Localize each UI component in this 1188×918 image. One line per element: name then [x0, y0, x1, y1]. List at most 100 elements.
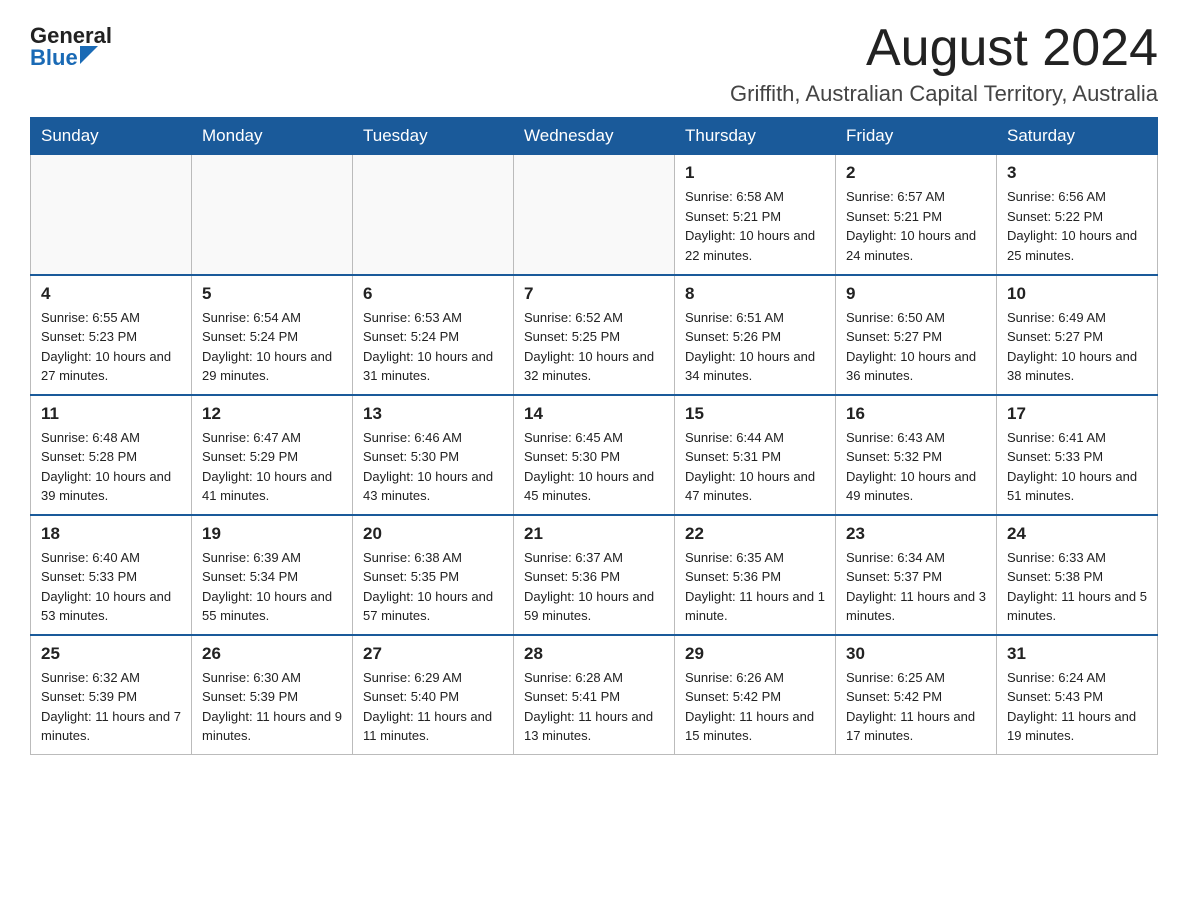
day-info: Sunrise: 6:44 AM Sunset: 5:31 PM Dayligh…	[685, 428, 825, 506]
calendar-day-cell: 15Sunrise: 6:44 AM Sunset: 5:31 PM Dayli…	[675, 395, 836, 515]
calendar-day-cell: 8Sunrise: 6:51 AM Sunset: 5:26 PM Daylig…	[675, 275, 836, 395]
calendar-day-cell: 14 Sunrise: 6:45 AM Sunset: 5:30 PM Dayli…	[514, 395, 675, 515]
calendar-day-cell: 23 Sunrise: 6:34 AM Sunset: 5:37 PM Dayli…	[836, 515, 997, 635]
title-block: August 2024 Griffith, Australian Capital…	[730, 20, 1158, 107]
day-number: 18	[41, 524, 181, 544]
calendar-day-cell: 31 Sunrise: 6:24 AM Sunset: 5:43 PM Dayli…	[997, 635, 1158, 755]
day-number: 24	[1007, 524, 1147, 544]
calendar-day-cell: 20 Sunrise: 6:38 AM Sunset: 5:35 PM Dayli…	[353, 515, 514, 635]
calendar-day-cell	[192, 155, 353, 275]
day-number: 14	[524, 404, 664, 424]
day-number: 21	[524, 524, 664, 544]
day-number: 1	[685, 163, 825, 183]
calendar-header-row: SundayMondayTuesdayWednesdayThursdayFrid…	[31, 118, 1158, 155]
day-number: 31	[1007, 644, 1147, 664]
day-info: Sunrise: 6:35 AM Sunset: 5:36 PM Dayligh…	[685, 548, 825, 626]
day-info: Sunrise: 6:40 AM Sunset: 5:33 PM Dayligh…	[41, 548, 181, 626]
day-info: Sunrise: 6:53 AM Sunset: 5:24 PM Dayligh…	[363, 308, 503, 386]
day-info: Sunrise: 6:57 AM Sunset: 5:21 PM Dayligh…	[846, 187, 986, 265]
day-info: Sunrise: 6:34 AM Sunset: 5:37 PM Dayligh…	[846, 548, 986, 626]
day-info: Sunrise: 6:38 AM Sunset: 5:35 PM Dayligh…	[363, 548, 503, 626]
day-info: Sunrise: 6:45 AM Sunset: 5:30 PM Dayligh…	[524, 428, 664, 506]
day-info: Sunrise: 6:25 AM Sunset: 5:42 PM Dayligh…	[846, 668, 986, 746]
day-number: 23	[846, 524, 986, 544]
calendar-day-cell: 27Sunrise: 6:29 AM Sunset: 5:40 PM Dayli…	[353, 635, 514, 755]
calendar-day-cell: 28 Sunrise: 6:28 AM Sunset: 5:41 PM Dayli…	[514, 635, 675, 755]
calendar-week-row: 25Sunrise: 6:32 AM Sunset: 5:39 PM Dayli…	[31, 635, 1158, 755]
day-number: 3	[1007, 163, 1147, 183]
calendar-day-header: Sunday	[31, 118, 192, 155]
calendar-day-cell: 29Sunrise: 6:26 AM Sunset: 5:42 PM Dayli…	[675, 635, 836, 755]
day-info: Sunrise: 6:28 AM Sunset: 5:41 PM Dayligh…	[524, 668, 664, 746]
day-info: Sunrise: 6:50 AM Sunset: 5:27 PM Dayligh…	[846, 308, 986, 386]
calendar-day-cell: 18 Sunrise: 6:40 AM Sunset: 5:33 PM Dayli…	[31, 515, 192, 635]
calendar-day-cell: 3 Sunrise: 6:56 AM Sunset: 5:22 PM Daylig…	[997, 155, 1158, 275]
day-info: Sunrise: 6:56 AM Sunset: 5:22 PM Dayligh…	[1007, 187, 1147, 265]
day-number: 2	[846, 163, 986, 183]
day-info: Sunrise: 6:33 AM Sunset: 5:38 PM Dayligh…	[1007, 548, 1147, 626]
calendar-day-header: Wednesday	[514, 118, 675, 155]
day-info: Sunrise: 6:58 AM Sunset: 5:21 PM Dayligh…	[685, 187, 825, 265]
day-info: Sunrise: 6:54 AM Sunset: 5:24 PM Dayligh…	[202, 308, 342, 386]
calendar-day-cell	[514, 155, 675, 275]
day-number: 12	[202, 404, 342, 424]
day-number: 5	[202, 284, 342, 304]
location-title: Griffith, Australian Capital Territory, …	[730, 81, 1158, 107]
calendar-week-row: 11 Sunrise: 6:48 AM Sunset: 5:28 PM Dayli…	[31, 395, 1158, 515]
day-number: 28	[524, 644, 664, 664]
calendar-day-cell: 25Sunrise: 6:32 AM Sunset: 5:39 PM Dayli…	[31, 635, 192, 755]
calendar-day-header: Tuesday	[353, 118, 514, 155]
day-number: 11	[41, 404, 181, 424]
calendar-day-cell: 21Sunrise: 6:37 AM Sunset: 5:36 PM Dayli…	[514, 515, 675, 635]
calendar-table: SundayMondayTuesdayWednesdayThursdayFrid…	[30, 117, 1158, 755]
calendar-day-header: Monday	[192, 118, 353, 155]
calendar-day-cell: 5 Sunrise: 6:54 AM Sunset: 5:24 PM Daylig…	[192, 275, 353, 395]
day-info: Sunrise: 6:24 AM Sunset: 5:43 PM Dayligh…	[1007, 668, 1147, 746]
day-info: Sunrise: 6:46 AM Sunset: 5:30 PM Dayligh…	[363, 428, 503, 506]
calendar-day-header: Saturday	[997, 118, 1158, 155]
calendar-day-header: Thursday	[675, 118, 836, 155]
day-number: 10	[1007, 284, 1147, 304]
day-number: 16	[846, 404, 986, 424]
calendar-day-cell: 7Sunrise: 6:52 AM Sunset: 5:25 PM Daylig…	[514, 275, 675, 395]
month-title: August 2024	[730, 20, 1158, 77]
day-number: 30	[846, 644, 986, 664]
day-number: 6	[363, 284, 503, 304]
calendar-day-cell	[31, 155, 192, 275]
calendar-day-cell: 12 Sunrise: 6:47 AM Sunset: 5:29 PM Dayli…	[192, 395, 353, 515]
day-number: 9	[846, 284, 986, 304]
day-number: 19	[202, 524, 342, 544]
calendar-day-cell: 24 Sunrise: 6:33 AM Sunset: 5:38 PM Dayli…	[997, 515, 1158, 635]
day-number: 17	[1007, 404, 1147, 424]
day-info: Sunrise: 6:49 AM Sunset: 5:27 PM Dayligh…	[1007, 308, 1147, 386]
day-info: Sunrise: 6:43 AM Sunset: 5:32 PM Dayligh…	[846, 428, 986, 506]
day-info: Sunrise: 6:47 AM Sunset: 5:29 PM Dayligh…	[202, 428, 342, 506]
day-number: 20	[363, 524, 503, 544]
logo: General Blue	[30, 25, 112, 69]
day-info: Sunrise: 6:48 AM Sunset: 5:28 PM Dayligh…	[41, 428, 181, 506]
day-number: 4	[41, 284, 181, 304]
calendar-day-cell	[353, 155, 514, 275]
logo-blue-text: Blue	[30, 47, 78, 69]
calendar-day-header: Friday	[836, 118, 997, 155]
page-header: General Blue August 2024 Griffith, Austr…	[30, 20, 1158, 107]
calendar-week-row: 1 Sunrise: 6:58 AM Sunset: 5:21 PM Daylig…	[31, 155, 1158, 275]
calendar-day-cell: 2 Sunrise: 6:57 AM Sunset: 5:21 PM Daylig…	[836, 155, 997, 275]
calendar-day-cell: 11 Sunrise: 6:48 AM Sunset: 5:28 PM Dayli…	[31, 395, 192, 515]
logo-triangle-icon	[80, 46, 98, 64]
day-number: 26	[202, 644, 342, 664]
day-info: Sunrise: 6:55 AM Sunset: 5:23 PM Dayligh…	[41, 308, 181, 386]
day-info: Sunrise: 6:51 AM Sunset: 5:26 PM Dayligh…	[685, 308, 825, 386]
day-info: Sunrise: 6:39 AM Sunset: 5:34 PM Dayligh…	[202, 548, 342, 626]
day-number: 13	[363, 404, 503, 424]
calendar-day-cell: 1 Sunrise: 6:58 AM Sunset: 5:21 PM Daylig…	[675, 155, 836, 275]
day-info: Sunrise: 6:52 AM Sunset: 5:25 PM Dayligh…	[524, 308, 664, 386]
calendar-day-cell: 30 Sunrise: 6:25 AM Sunset: 5:42 PM Dayli…	[836, 635, 997, 755]
logo-general-text: General	[30, 25, 112, 47]
calendar-day-cell: 4 Sunrise: 6:55 AM Sunset: 5:23 PM Daylig…	[31, 275, 192, 395]
calendar-day-cell: 9 Sunrise: 6:50 AM Sunset: 5:27 PM Daylig…	[836, 275, 997, 395]
calendar-day-cell: 22Sunrise: 6:35 AM Sunset: 5:36 PM Dayli…	[675, 515, 836, 635]
day-number: 27	[363, 644, 503, 664]
calendar-day-cell: 13 Sunrise: 6:46 AM Sunset: 5:30 PM Dayli…	[353, 395, 514, 515]
calendar-week-row: 4 Sunrise: 6:55 AM Sunset: 5:23 PM Daylig…	[31, 275, 1158, 395]
